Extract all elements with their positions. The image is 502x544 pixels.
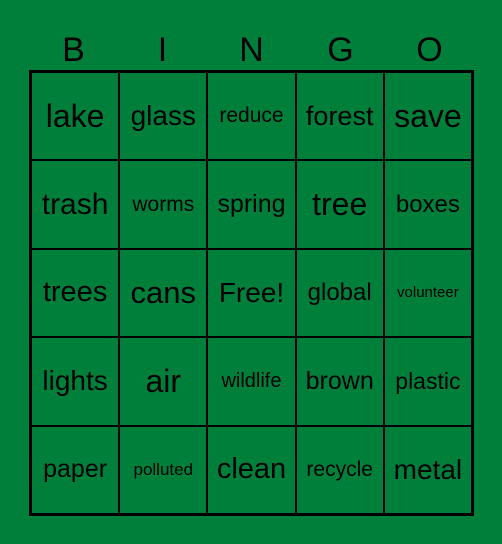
bingo-cell-label: save xyxy=(394,97,462,134)
bingo-cell[interactable]: forest xyxy=(295,72,384,161)
header-letter-o: O xyxy=(416,31,443,69)
bingo-cell-label: worms xyxy=(132,192,195,216)
bingo-cell[interactable]: trees xyxy=(31,248,120,338)
bingo-cell[interactable]: brown xyxy=(295,337,384,426)
bingo-cell[interactable]: tree xyxy=(295,160,384,249)
bingo-cell[interactable]: save xyxy=(383,72,472,161)
bingo-cell-label: air xyxy=(145,362,182,399)
bingo-cell-label: glass xyxy=(130,100,196,132)
bingo-cell[interactable]: trash xyxy=(31,160,120,249)
bingo-cell[interactable]: lights xyxy=(31,337,120,426)
header-letter-i: I xyxy=(157,31,168,69)
bingo-cell-label: boxes xyxy=(395,190,460,218)
bingo-cell[interactable]: global xyxy=(295,248,384,338)
bingo-cell-label: spring xyxy=(217,190,286,219)
bingo-cell-label: clean xyxy=(216,453,287,486)
bingo-cell[interactable]: polluted xyxy=(119,425,208,514)
bingo-header: B I N G O xyxy=(29,30,474,70)
bingo-cell[interactable]: plastic xyxy=(383,337,472,426)
bingo-cell[interactable]: worms xyxy=(119,160,208,249)
bingo-cell-label: tree xyxy=(312,186,368,223)
bingo-cell[interactable]: clean xyxy=(207,425,296,514)
header-letter-g: G xyxy=(327,31,354,69)
bingo-cell[interactable]: wildlife xyxy=(207,337,296,426)
bingo-cell-label: recycle xyxy=(306,457,373,481)
bingo-cell[interactable]: paper xyxy=(31,425,120,514)
bingo-cell-label: volunteer xyxy=(397,284,459,302)
bingo-cell-label: Free! xyxy=(218,276,285,308)
bingo-cell-label: global xyxy=(307,278,372,306)
header-letter-n: N xyxy=(239,31,264,69)
bingo-cell-label: metal xyxy=(393,453,463,485)
bingo-cell-label: reduce xyxy=(219,104,284,128)
bingo-cell-label: cans xyxy=(130,274,197,310)
bingo-cell-label: trash xyxy=(41,187,109,221)
bingo-cell-label: lake xyxy=(45,97,105,134)
bingo-cell-label: brown xyxy=(305,366,374,395)
bingo-cell[interactable]: air xyxy=(119,337,208,426)
bingo-cell[interactable]: recycle xyxy=(295,425,384,514)
bingo-cell-label: forest xyxy=(305,100,374,131)
bingo-cell[interactable]: reduce xyxy=(207,72,296,161)
bingo-cell[interactable]: cans xyxy=(119,248,208,338)
bingo-cell-label: lights xyxy=(42,365,108,397)
bingo-cell[interactable]: metal xyxy=(383,425,472,514)
bingo-cell[interactable]: lake xyxy=(31,72,120,161)
bingo-cell-label: polluted xyxy=(133,459,194,479)
bingo-cell[interactable]: volunteer xyxy=(383,248,472,338)
bingo-cell[interactable]: boxes xyxy=(383,160,472,249)
bingo-cell-label: plastic xyxy=(395,367,461,394)
bingo-cell-label: paper xyxy=(43,455,108,484)
bingo-cell[interactable]: glass xyxy=(119,72,208,161)
bingo-cell-label: wildlife xyxy=(221,369,282,392)
bingo-cell-label: trees xyxy=(42,276,108,309)
bingo-cell[interactable]: spring xyxy=(207,160,296,249)
header-letter-b: B xyxy=(62,31,85,69)
bingo-grid: lake glass reduce forest save trash worms sprin… xyxy=(29,70,474,516)
bingo-cell[interactable]: Free! xyxy=(207,248,296,338)
